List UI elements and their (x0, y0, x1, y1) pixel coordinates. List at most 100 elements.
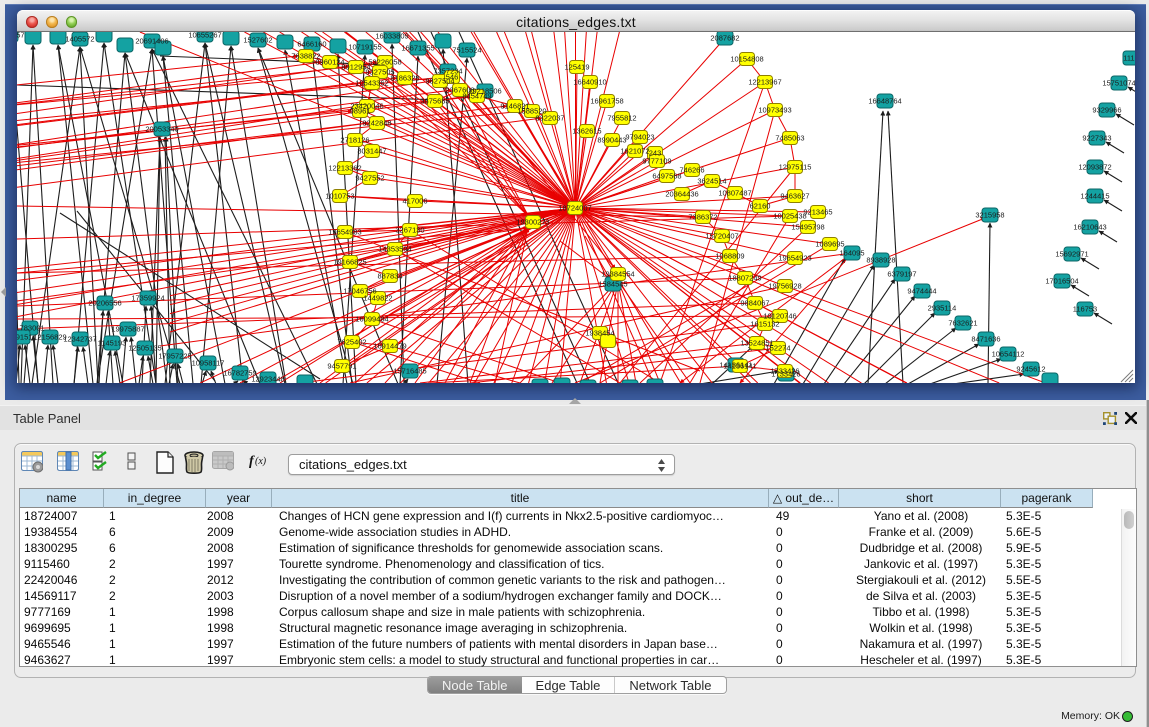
svg-text:15495798: 15495798 (791, 223, 824, 232)
svg-text:1584545: 1584545 (598, 280, 627, 289)
svg-text:19975887: 19975887 (111, 325, 144, 334)
svg-text:152274: 152274 (765, 344, 790, 353)
svg-text:2718126: 2718126 (340, 136, 369, 145)
svg-text:18724007: 18724007 (558, 204, 591, 213)
svg-text:1527602: 1527602 (243, 36, 272, 45)
svg-text:746266: 746266 (679, 166, 704, 175)
svg-text:10719155: 10719155 (348, 43, 381, 52)
svg-text:3267130: 3267130 (395, 226, 424, 235)
svg-text:1406557: 1406557 (17, 32, 25, 40)
svg-text:8960124: 8960124 (315, 58, 344, 67)
svg-text:6466160: 6466160 (297, 40, 326, 49)
svg-text:98961: 98961 (350, 107, 371, 116)
svg-text:9457791: 9457791 (327, 362, 356, 371)
svg-text:17359924: 17359924 (131, 294, 164, 303)
svg-text:10543362: 10543362 (355, 79, 388, 88)
svg-text:19166825: 19166825 (333, 258, 366, 267)
svg-text:9245612: 9245612 (1016, 365, 1045, 374)
svg-text:15751074: 15751074 (1102, 79, 1135, 88)
svg-text:1112: 1112 (1123, 54, 1135, 63)
svg-text:10807487: 10807487 (718, 189, 751, 198)
svg-text:19384554: 19384554 (601, 270, 634, 279)
svg-text:1938454: 1938454 (585, 329, 614, 338)
svg-text:887834: 887834 (377, 272, 402, 281)
svg-text:417006: 417006 (402, 197, 427, 206)
svg-text:20691406: 20691406 (135, 37, 168, 46)
svg-text:16671355: 16671355 (401, 44, 434, 53)
svg-text:19756928: 19756928 (768, 282, 801, 291)
svg-text:164095: 164095 (839, 249, 864, 258)
svg-text:10958117: 10958117 (192, 359, 225, 368)
svg-text:20206556: 20206556 (88, 299, 121, 308)
svg-text:9213465: 9213465 (803, 208, 832, 217)
svg-text:9427552: 9427552 (355, 174, 384, 183)
svg-text:1621072: 1621072 (620, 147, 649, 156)
svg-text:16033809: 16033809 (375, 32, 408, 41)
svg-text:10120746: 10120746 (763, 312, 796, 321)
svg-text:1449822: 1449822 (363, 294, 392, 303)
svg-text:9329966: 9329966 (1092, 106, 1121, 115)
svg-text:10973493: 10973493 (758, 106, 791, 115)
svg-text:12213362: 12213362 (328, 164, 361, 173)
svg-text:62160: 62160 (750, 202, 771, 211)
svg-text:3875685: 3875685 (420, 97, 449, 106)
svg-text:10654112: 10654112 (992, 350, 1025, 359)
svg-text:9227343: 9227343 (1082, 134, 1111, 143)
svg-text:14353594: 14353594 (378, 245, 411, 254)
svg-text:8938928: 8938928 (866, 256, 895, 265)
svg-text:1405572: 1405572 (65, 35, 94, 44)
svg-text:1783001: 1783001 (17, 324, 45, 333)
svg-text:7386372: 7386372 (688, 213, 717, 222)
svg-text:12975115: 12975115 (779, 163, 812, 172)
svg-text:14136141: 14136141 (723, 362, 756, 371)
svg-text:3215958: 3215958 (975, 211, 1004, 220)
svg-text:116753: 116753 (1073, 305, 1097, 314)
svg-text:16648764: 16648764 (868, 97, 901, 106)
svg-text:8471636: 8471636 (971, 335, 1000, 344)
svg-text:10154808: 10154808 (730, 55, 763, 64)
svg-text:12923448: 12923448 (251, 375, 284, 384)
svg-text:9474444: 9474444 (907, 287, 936, 296)
svg-text:19654983: 19654983 (328, 228, 361, 237)
svg-text:16210643: 16210643 (1073, 223, 1106, 232)
svg-text:53226058: 53226058 (368, 58, 401, 67)
svg-text:7955812: 7955812 (607, 114, 636, 123)
svg-text:9242848: 9242848 (362, 119, 391, 128)
svg-text:9794023: 9794023 (625, 133, 654, 142)
svg-text:8454749: 8454749 (462, 92, 491, 101)
svg-text:6497568: 6497568 (652, 172, 681, 181)
svg-text:12156829: 12156829 (33, 333, 66, 342)
svg-text:8322037: 8322037 (535, 114, 564, 123)
svg-text:17016504: 17016504 (1045, 277, 1078, 286)
svg-text:16961758: 16961758 (590, 97, 623, 106)
svg-text:125419: 125419 (564, 63, 589, 72)
svg-text:1362615: 1362615 (572, 127, 601, 136)
svg-text:1244415: 1244415 (1080, 192, 1109, 201)
svg-text:10655267: 10655267 (188, 32, 221, 40)
svg-text:20053340: 20053340 (145, 125, 178, 134)
svg-text:12093872: 12093872 (1078, 163, 1111, 172)
svg-text:16099484: 16099484 (355, 315, 388, 324)
svg-text:2935114: 2935114 (928, 304, 957, 313)
svg-text:1733426: 1733426 (770, 367, 799, 376)
svg-text:15692971: 15692971 (1055, 250, 1088, 259)
svg-text:7632621: 7632621 (948, 319, 977, 328)
svg-text:12213967: 12213967 (748, 78, 781, 87)
svg-text:8031447: 8031447 (357, 147, 386, 156)
svg-text:7485063: 7485063 (775, 134, 804, 143)
svg-text:16914479: 16914479 (373, 342, 406, 351)
svg-text:9463627: 9463627 (780, 192, 809, 201)
svg-text:18807249: 18807249 (728, 274, 761, 283)
svg-text:8990443: 8990443 (597, 136, 626, 145)
svg-text:15720407: 15720407 (705, 232, 738, 241)
svg-text:9777109: 9777109 (642, 157, 671, 166)
svg-text:15716485: 15716485 (393, 367, 426, 376)
svg-text:546: 546 (446, 73, 459, 82)
svg-text:6379197: 6379197 (887, 270, 916, 279)
svg-text:1010753: 1010753 (325, 192, 354, 201)
svg-text:17957225: 17957225 (158, 352, 191, 361)
svg-text:12342737: 12342737 (63, 335, 96, 344)
svg-text:19654923: 19654923 (778, 254, 811, 263)
svg-text:9884067: 9884067 (740, 299, 769, 308)
svg-text:39151: 39151 (17, 333, 32, 342)
